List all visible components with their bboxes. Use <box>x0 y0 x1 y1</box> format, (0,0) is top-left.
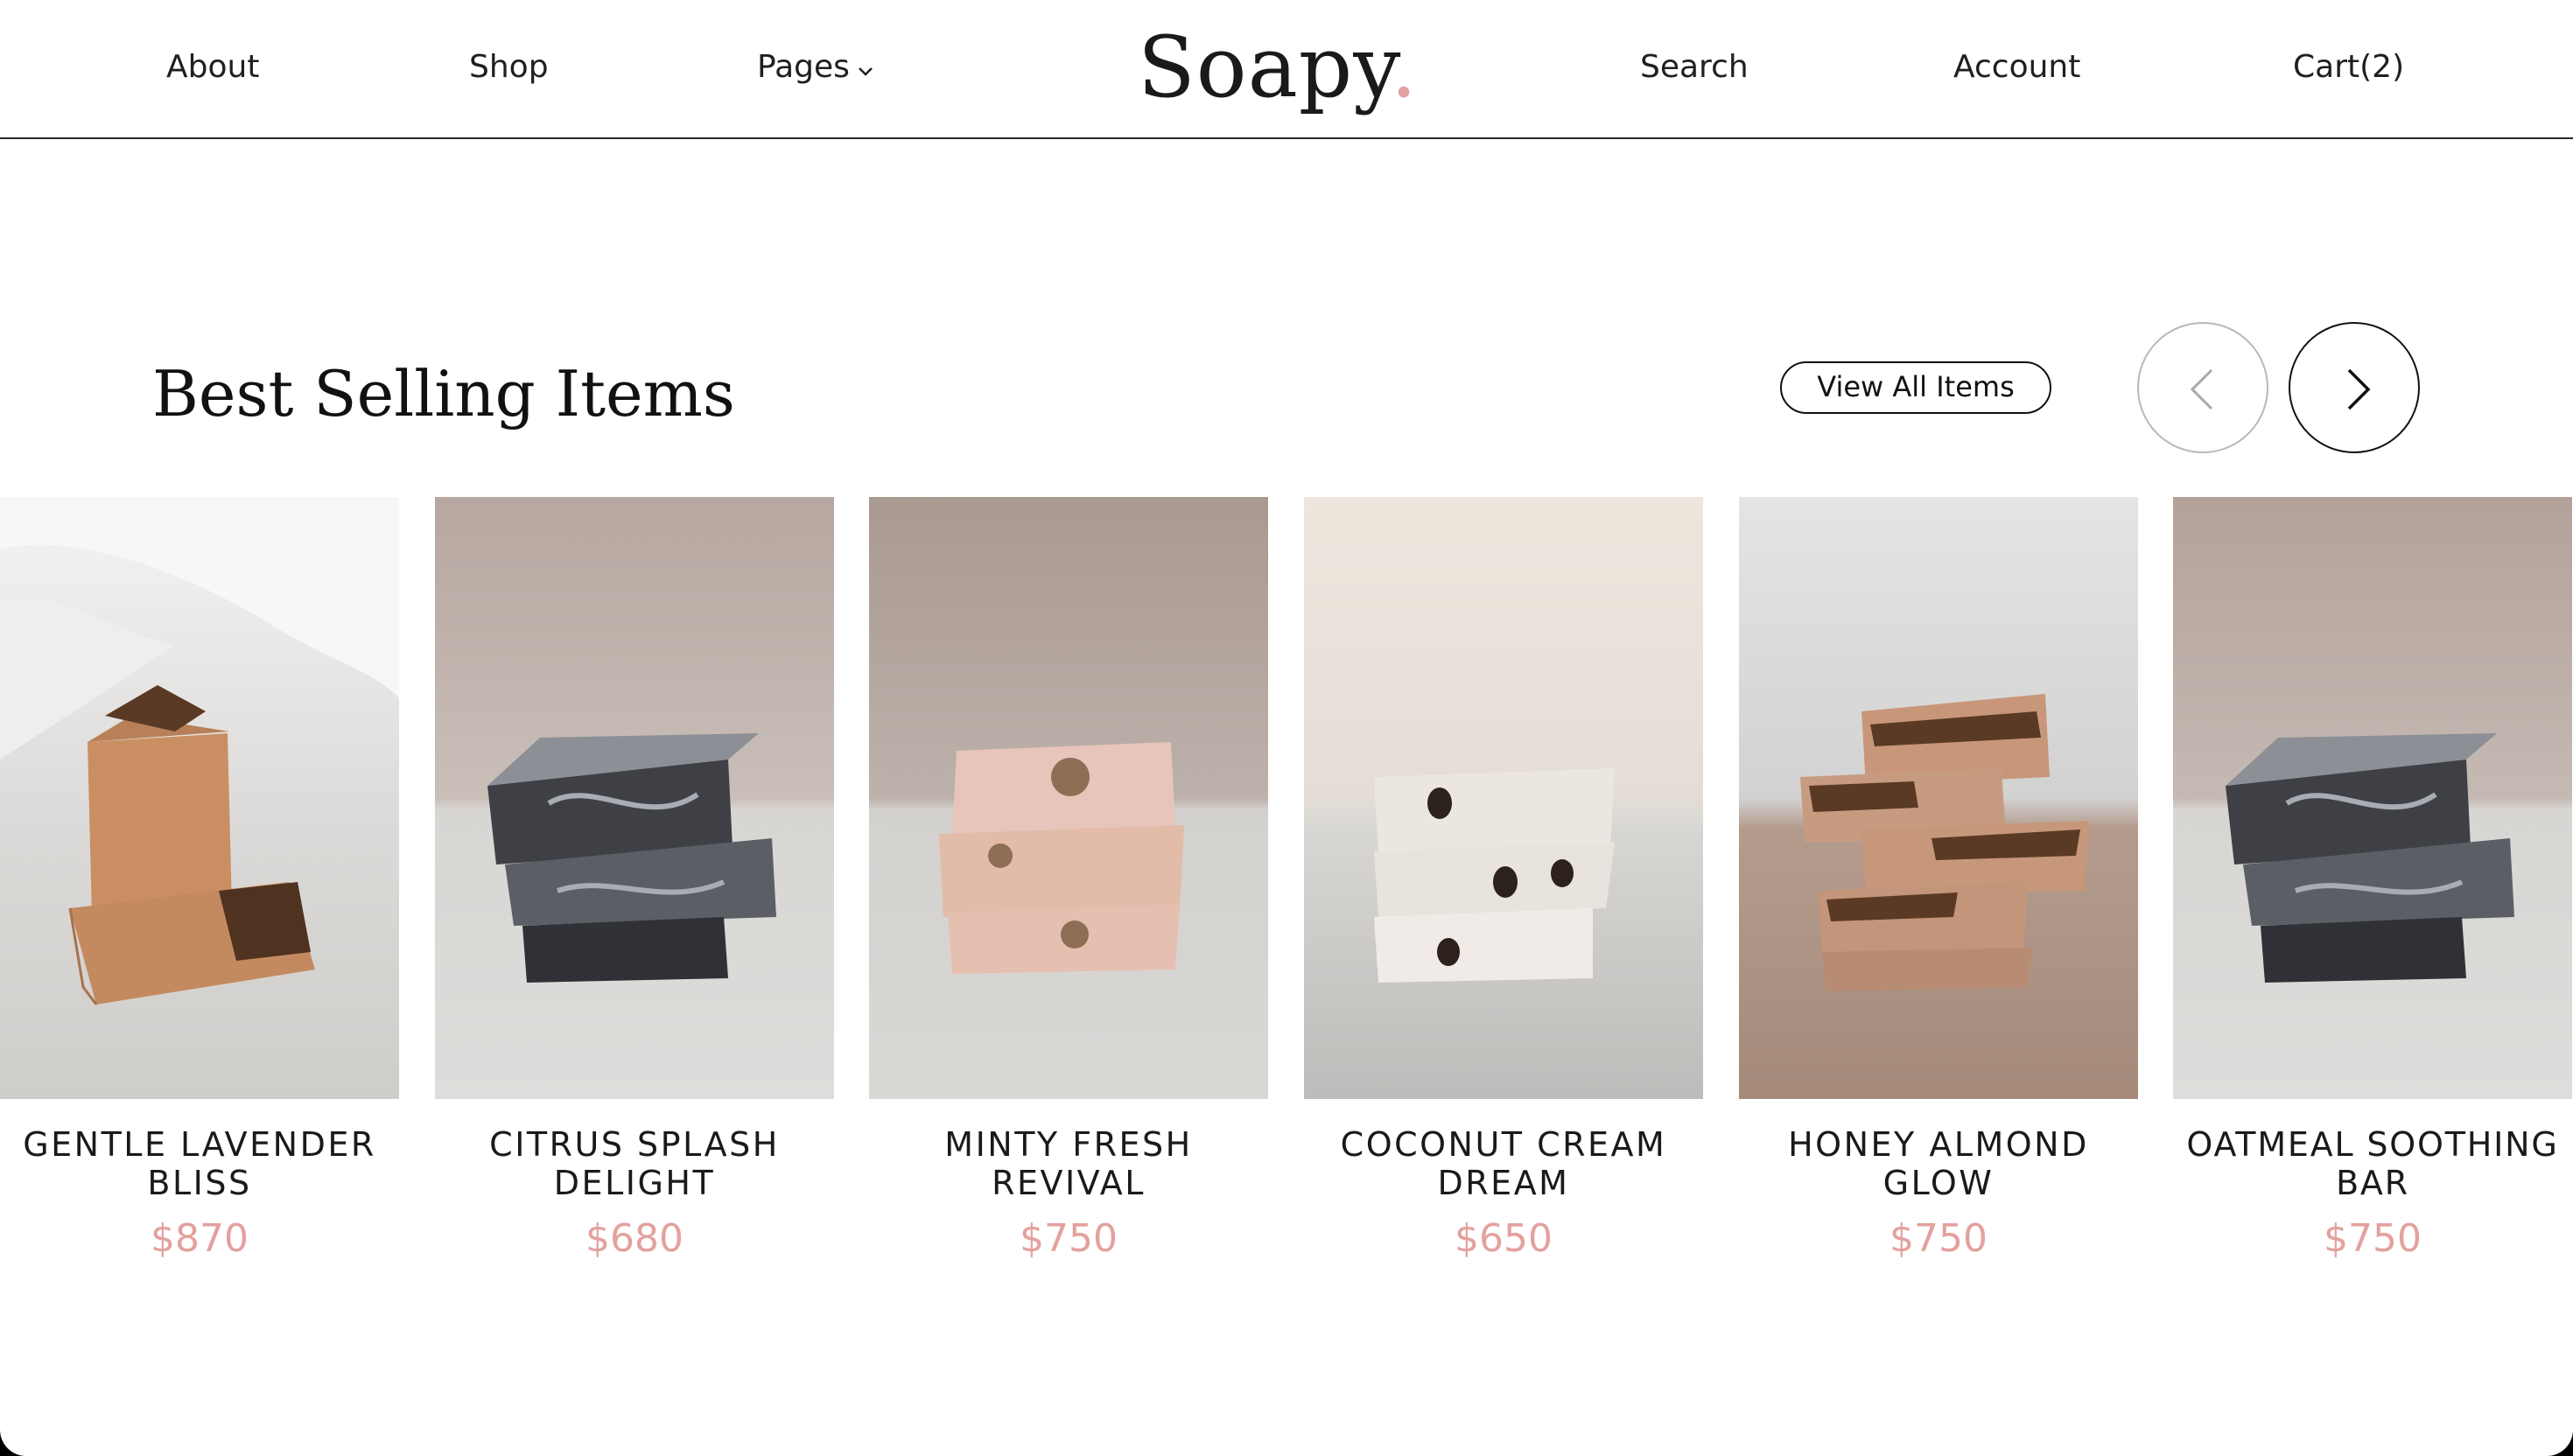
product-price: $750 <box>1889 1216 1988 1261</box>
nav-link-about[interactable]: About <box>166 46 259 89</box>
product-name: Citrus Splash Delight <box>489 1125 780 1202</box>
product-card[interactable]: Citrus Splash Delight $680 <box>435 497 834 1264</box>
product-name: Coconut Cream Dream <box>1340 1125 1667 1202</box>
page: About Shop Pages Soapy. Search Account C… <box>0 0 2573 1456</box>
product-card[interactable]: Coconut Cream Dream $650 <box>1304 497 1703 1264</box>
product-image[interactable] <box>1304 497 1703 1099</box>
product-card[interactable]: Oatmeal Soothing Bar $750 <box>2173 497 2572 1264</box>
product-price: $750 <box>1020 1216 1118 1261</box>
brand-logo[interactable]: Soapy. <box>1138 10 1418 124</box>
chevron-down-icon <box>857 46 874 90</box>
product-image[interactable] <box>0 497 399 1099</box>
brand-logo-text: Soapy <box>1138 18 1391 116</box>
product-card[interactable]: Honey Almond Glow $750 <box>1739 497 2138 1264</box>
product-image[interactable] <box>1739 497 2138 1099</box>
brand-logo-dot: . <box>1390 18 1419 116</box>
product-price: $870 <box>151 1216 249 1261</box>
nav-link-shop[interactable]: Shop <box>469 46 549 89</box>
product-image[interactable] <box>2173 497 2572 1099</box>
nav-link-pages[interactable]: Pages <box>757 46 874 89</box>
view-all-items-button[interactable]: View All Items <box>1780 361 2051 414</box>
nav-link-cart[interactable]: Cart(2) <box>2293 46 2404 89</box>
product-name: Oatmeal Soothing Bar <box>2186 1125 2559 1202</box>
product-name: Honey Almond Glow <box>1788 1125 2089 1202</box>
product-price: $680 <box>585 1216 684 1261</box>
nav-link-pages-label: Pages <box>757 49 850 85</box>
section-title: Best Selling Items <box>152 357 735 430</box>
nav-link-search[interactable]: Search <box>1640 46 1749 89</box>
product-card[interactable]: Gentle Lavender Bliss $870 <box>0 497 399 1264</box>
product-card[interactable]: Minty Fresh Revival $750 <box>869 497 1268 1264</box>
chevron-right-icon <box>2347 368 2371 410</box>
product-price: $650 <box>1455 1216 1553 1261</box>
product-image[interactable] <box>435 497 834 1099</box>
top-navbar: About Shop Pages Soapy. Search Account C… <box>0 0 2573 139</box>
product-name: Minty Fresh Revival <box>944 1125 1193 1202</box>
nav-link-account[interactable]: Account <box>1953 46 2080 89</box>
carousel-prev-button[interactable] <box>2137 322 2268 453</box>
product-name: Gentle Lavender Bliss <box>23 1125 376 1202</box>
product-price: $750 <box>2324 1216 2422 1261</box>
carousel-next-button[interactable] <box>2289 322 2420 453</box>
chevron-left-icon <box>2190 368 2213 410</box>
product-image[interactable] <box>869 497 1268 1099</box>
